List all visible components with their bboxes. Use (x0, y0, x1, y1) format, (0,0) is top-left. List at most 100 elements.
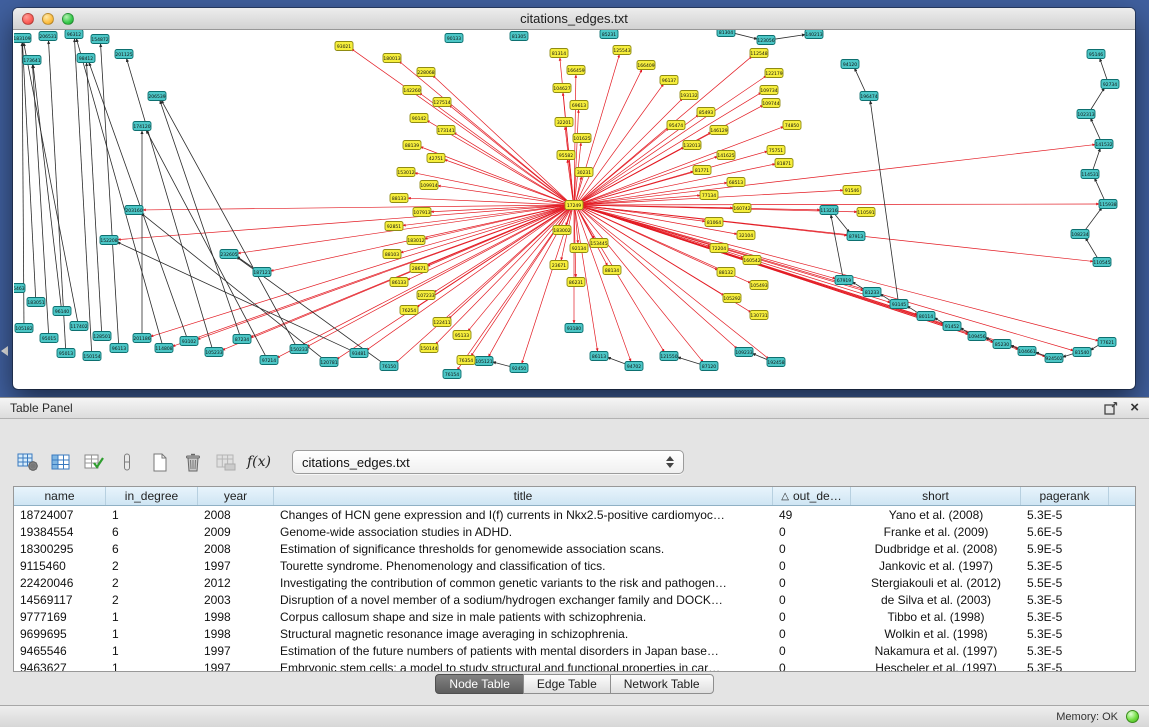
cell-name[interactable]: 14569117 (14, 593, 106, 607)
graph-node[interactable]: 81771 (693, 166, 711, 175)
graph-node[interactable]: 76354 (457, 356, 475, 365)
tab-edge-table[interactable]: Edge Table (523, 674, 611, 694)
graph-node[interactable]: 93021 (335, 42, 353, 51)
graph-node[interactable]: 94702 (625, 362, 643, 371)
graph-node[interactable]: 113216 (820, 206, 838, 215)
graph-node[interactable]: 93180 (565, 324, 583, 333)
graph-node[interactable]: 68513 (727, 178, 745, 187)
window-titlebar[interactable]: citations_edges.txt (13, 8, 1135, 30)
cell-title[interactable]: Tourette syndrome. Phenomenology and cla… (274, 559, 773, 573)
cell-year[interactable]: 2008 (198, 508, 274, 522)
column-header-out_degree[interactable]: △out_de… (773, 487, 851, 505)
graph-node[interactable]: 123056 (757, 36, 775, 45)
cell-name[interactable]: 19384554 (14, 525, 106, 539)
cell-pagerank[interactable]: 5.3E-5 (1021, 644, 1109, 658)
graph-node[interactable]: 32201 (555, 118, 573, 127)
graph-node[interactable]: 81305 (510, 32, 528, 41)
cell-name[interactable]: 18724007 (14, 508, 106, 522)
cell-pagerank[interactable]: 5.6E-5 (1021, 525, 1109, 539)
graph-node[interactable]: 96312 (65, 30, 83, 39)
graph-node[interactable]: 228068 (417, 68, 435, 77)
show-columns-icon[interactable] (47, 449, 75, 475)
graph-node[interactable]: 130731 (750, 311, 768, 320)
graph-node[interactable]: 17249 (565, 201, 583, 210)
graph-node[interactable]: 141532 (1095, 140, 1113, 149)
cell-pagerank[interactable]: 5.3E-5 (1021, 610, 1109, 624)
graph-node[interactable]: 94120 (841, 60, 859, 69)
graph-node[interactable]: 104661 (1018, 347, 1036, 356)
graph-node[interactable]: 192458 (767, 358, 785, 367)
cell-name[interactable]: 18300295 (14, 542, 106, 556)
graph-node[interactable]: 88132 (717, 268, 735, 277)
graph-node[interactable]: 102313 (1077, 110, 1095, 119)
table-row[interactable]: 1456911722003Disruption of a novel membe… (14, 591, 1135, 608)
cell-short[interactable]: de Silva et al. (2003) (851, 593, 1021, 607)
graph-node[interactable]: 95133 (453, 331, 471, 340)
graph-node[interactable]: 141625 (717, 151, 735, 160)
graph-node[interactable]: 81314 (550, 49, 568, 58)
network-canvas[interactable]: 1831092065319631215487217364198412201125… (14, 30, 1134, 388)
graph-node[interactable]: 174120 (133, 122, 151, 131)
graph-node[interactable]: 88103 (383, 250, 401, 259)
graph-node[interactable]: 77134 (700, 191, 718, 200)
graph-node[interactable]: 109233 (735, 348, 753, 357)
column-header-short[interactable]: short (851, 487, 1021, 505)
graph-node[interactable]: 122179 (765, 69, 783, 78)
float-panel-icon[interactable] (1104, 402, 1118, 415)
graph-node[interactable]: 173141 (437, 126, 455, 135)
column-header-name[interactable]: name (14, 487, 106, 505)
graph-node[interactable]: 122411 (433, 318, 451, 327)
graph-node[interactable]: 180013 (383, 54, 401, 63)
cell-pagerank[interactable]: 5.3E-5 (1021, 508, 1109, 522)
graph-node[interactable]: 115463 (14, 284, 25, 293)
cell-in_degree[interactable]: 2 (106, 593, 198, 607)
graph-node[interactable]: 132013 (683, 141, 701, 150)
graph-node[interactable]: 160742 (733, 204, 751, 213)
graph-node[interactable]: 23671 (550, 261, 568, 270)
cell-name[interactable]: 9465546 (14, 644, 106, 658)
cell-short[interactable]: Yano et al. (2008) (851, 508, 1021, 522)
cell-out_degree[interactable]: 0 (773, 661, 851, 672)
graph-node[interactable]: 173641 (23, 56, 41, 65)
tab-network-table[interactable]: Network Table (610, 674, 714, 694)
graph-node[interactable]: 76154 (443, 370, 461, 379)
graph-node[interactable]: 87120 (700, 362, 718, 371)
network-graph[interactable]: 1831092065319631215487217364198412201125… (14, 30, 1134, 388)
graph-node[interactable]: 95474 (667, 121, 685, 130)
graph-node[interactable]: 81304 (717, 30, 735, 37)
cell-year[interactable]: 2008 (198, 542, 274, 556)
cell-pagerank[interactable]: 5.3E-5 (1021, 559, 1109, 573)
cell-title[interactable]: Estimation of significance thresholds fo… (274, 542, 773, 556)
graph-node[interactable]: 150144 (420, 344, 438, 353)
graph-node[interactable]: 146129 (710, 126, 728, 135)
cell-in_degree[interactable]: 1 (106, 644, 198, 658)
table-row[interactable]: 969969511998Structural magnetic resonanc… (14, 625, 1135, 642)
graph-node[interactable]: 98412 (77, 54, 95, 63)
edit-columns-icon[interactable] (80, 449, 108, 475)
column-header-year[interactable]: year (198, 487, 274, 505)
graph-node[interactable]: 150233 (290, 345, 308, 354)
graph-node[interactable]: 924502 (1045, 354, 1063, 363)
cell-short[interactable]: Hescheler et al. (1997) (851, 661, 1021, 672)
graph-node[interactable]: 115938 (1099, 200, 1117, 209)
graph-node[interactable]: 183002 (553, 226, 571, 235)
cell-out_degree[interactable]: 0 (773, 593, 851, 607)
minimize-window-button[interactable] (42, 13, 54, 25)
graph-node[interactable]: 91546 (843, 186, 861, 195)
graph-node[interactable]: 152208 (100, 236, 118, 245)
table-row[interactable]: 1830029562008Estimation of significance … (14, 540, 1135, 557)
graph-node[interactable]: 127514 (433, 98, 451, 107)
graph-node[interactable]: 206531 (39, 32, 57, 41)
table-row[interactable]: 946554611997Estimation of the future num… (14, 642, 1135, 659)
graph-node[interactable]: 92450 (510, 364, 528, 373)
tab-node-table[interactable]: Node Table (435, 674, 524, 694)
graph-node[interactable]: 107233 (417, 291, 435, 300)
graph-node[interactable]: 114531 (1081, 170, 1099, 179)
graph-node[interactable]: 95013 (57, 349, 75, 358)
graph-node[interactable]: 203160 (125, 206, 143, 215)
table-options-icon[interactable] (14, 449, 42, 475)
graph-node[interactable]: 153445 (590, 239, 608, 248)
graph-node[interactable]: 69613 (570, 101, 588, 110)
graph-node[interactable]: 187121 (253, 268, 271, 277)
cell-title[interactable]: Structural magnetic resonance image aver… (274, 627, 773, 641)
